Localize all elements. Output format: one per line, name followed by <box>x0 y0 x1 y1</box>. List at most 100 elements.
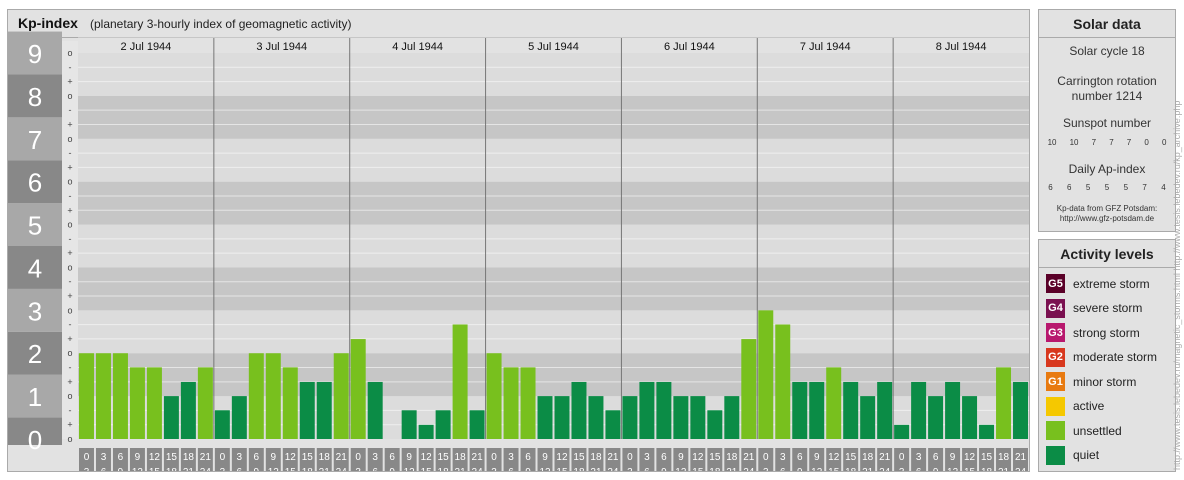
kp-bar-29 <box>554 396 570 439</box>
hour-start-label: 6 <box>933 452 939 463</box>
y-minor-label: o <box>67 305 72 315</box>
hour-start-label: 15 <box>166 452 178 463</box>
hour-start-label: 3 <box>237 452 243 463</box>
kp-bar-49 <box>894 424 910 439</box>
y-minor-label: + <box>67 162 72 172</box>
hour-end-label: 24 <box>607 467 619 471</box>
carrington-rotation-line2: number 1214 <box>1071 89 1143 103</box>
kp-bar-36 <box>673 396 689 439</box>
y-minor-label: o <box>67 391 72 401</box>
day-label-5: 6 Jul 1944 <box>664 41 715 53</box>
y-minor-label: + <box>67 377 72 387</box>
activity-level-swatch: G2 <box>1046 347 1065 367</box>
activity-level-swatch <box>1046 445 1065 465</box>
kp-bar-51 <box>928 396 944 439</box>
hour-start-label: 18 <box>726 452 738 463</box>
activity-level-swatch <box>1046 421 1065 440</box>
hour-start-label: 15 <box>981 452 993 463</box>
hour-start-label: 6 <box>661 452 667 463</box>
activity-level-label: minor storm <box>1073 374 1137 389</box>
hour-start-label: 18 <box>183 452 195 463</box>
hour-end-label: 9 <box>525 467 531 471</box>
y-minor-label: - <box>69 363 72 373</box>
hour-end-label: 18 <box>573 467 585 471</box>
kp-bar-13 <box>282 367 298 439</box>
hour-start-label: 21 <box>607 452 619 463</box>
hour-start-label: 12 <box>149 452 161 463</box>
hour-end-label: 24 <box>336 467 348 471</box>
hour-start-label: 18 <box>455 452 467 463</box>
hour-start-label: 0 <box>763 452 769 463</box>
y-major-label-3: 3 <box>28 296 42 326</box>
kp-bar-32 <box>605 410 621 439</box>
kp-bar-46 <box>843 381 859 439</box>
kp-bar-39 <box>724 396 740 439</box>
hour-start-label: 18 <box>590 452 602 463</box>
y-major-label-1: 1 <box>28 382 42 412</box>
solar-data-panel: Solar data Solar cycle 18 Carrington rot… <box>1038 9 1176 232</box>
activity-level-unsettled: unsettled <box>1046 421 1122 440</box>
kp-bar-37 <box>690 396 706 439</box>
kp-bar-16 <box>333 353 349 439</box>
ap-value-2: 6 <box>1067 183 1072 192</box>
activity-level-minor-storm: G1 minor storm <box>1046 372 1136 391</box>
sunspot-value-1: 10 <box>1047 138 1057 147</box>
activity-level-strong-storm: G3 strong storm <box>1046 323 1140 342</box>
activity-levels-panel: Activity levels G5 extreme storm G4 severe … <box>1038 239 1176 472</box>
activity-level-label: quiet <box>1073 448 1100 462</box>
activity-level-swatch: G5 <box>1046 274 1065 293</box>
hour-end-label: 21 <box>862 467 874 471</box>
hour-end-label: 12 <box>675 467 687 471</box>
y-major-label-2: 2 <box>28 339 42 369</box>
kp-bar-47 <box>860 396 876 439</box>
y-minor-label: + <box>67 420 72 430</box>
hour-end-label: 12 <box>404 467 416 471</box>
kp-bar-22 <box>435 410 451 439</box>
hour-start-label: 3 <box>644 452 650 463</box>
kp-bar-40 <box>741 339 757 439</box>
hour-start-label: 9 <box>950 452 956 463</box>
y-major-label-7: 7 <box>28 125 42 155</box>
kp-bar-21 <box>418 424 434 439</box>
hour-end-label: 24 <box>743 467 755 471</box>
y-minor-label: o <box>67 262 72 272</box>
hour-start-label: 21 <box>743 452 755 463</box>
hour-start-label: 18 <box>319 452 331 463</box>
hour-start-label: 6 <box>389 452 395 463</box>
sunspot-title: Sunspot number <box>1062 116 1152 130</box>
hour-end-label: 9 <box>389 467 395 471</box>
hour-end-label: 12 <box>947 467 959 471</box>
hour-start-label: 0 <box>84 452 90 463</box>
hour-end-label: 3 <box>763 467 769 471</box>
kp-bar-5 <box>146 367 162 439</box>
y-minor-label: + <box>67 291 72 301</box>
kp-bar-48 <box>877 381 893 439</box>
hour-end-label: 3 <box>627 467 633 471</box>
activity-level-label: unsettled <box>1073 423 1122 438</box>
sunspot-value-3: 7 <box>1091 138 1097 147</box>
kp-bar-24 <box>469 410 485 439</box>
y-minor-label: - <box>69 277 72 287</box>
y-minor-label: o <box>67 91 72 101</box>
y-minor-label: o <box>67 220 72 230</box>
hour-start-label: 9 <box>135 452 141 463</box>
kp-bar-43 <box>792 381 808 439</box>
solar-data-title: Solar data <box>1039 10 1175 38</box>
kp-chart: 0123456789o+-o+-o+-o+-o+-o+-o+-o+-o+-o 2 … <box>8 10 1029 471</box>
hour-start-label: 15 <box>573 452 585 463</box>
y-minor-label: - <box>69 62 72 72</box>
hour-end-label: 15 <box>828 467 840 471</box>
kp-bar-18 <box>367 381 383 439</box>
y-minor-label: + <box>67 248 72 258</box>
activity-level-extreme-storm: G5 extreme storm <box>1046 274 1150 293</box>
hour-start-label: 21 <box>200 452 212 463</box>
activity-level-label: strong storm <box>1073 325 1140 340</box>
hour-end-label: 9 <box>933 467 939 471</box>
activity-level-swatch: G1 <box>1046 372 1065 391</box>
hour-start-label: 6 <box>118 452 124 463</box>
kp-bar-26 <box>503 367 519 439</box>
kp-bar-28 <box>537 396 553 439</box>
hour-start-label: 0 <box>627 452 633 463</box>
day-label-6: 7 Jul 1944 <box>800 41 851 53</box>
day-label-3: 4 Jul 1944 <box>392 41 443 53</box>
